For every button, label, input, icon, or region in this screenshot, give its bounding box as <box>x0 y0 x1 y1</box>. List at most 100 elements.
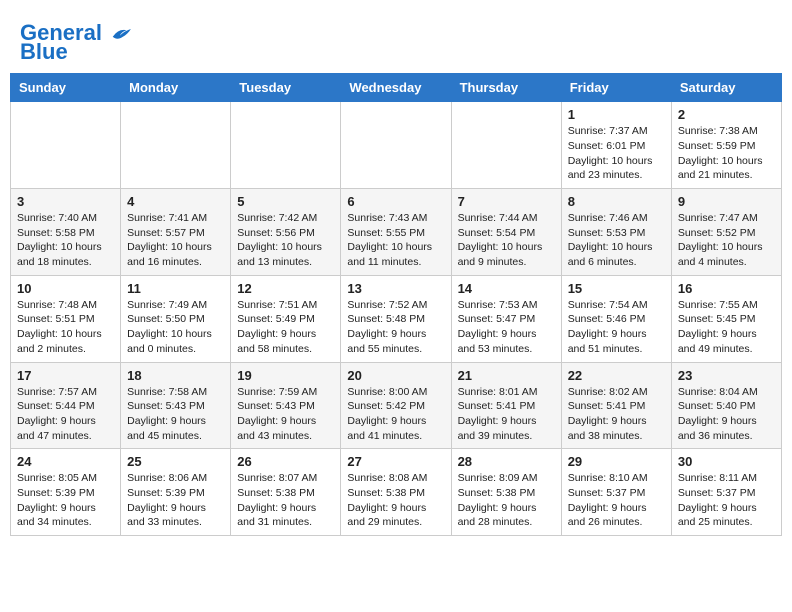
calendar-day-2: 2 Sunrise: 7:38 AM Sunset: 5:59 PM Daylig… <box>671 102 781 189</box>
weekday-header-wednesday: Wednesday <box>341 74 451 102</box>
calendar-day-6: 6Sunrise: 7:43 AM Sunset: 5:55 PM Daylig… <box>341 189 451 276</box>
day-info: Sunrise: 7:41 AM Sunset: 5:57 PM Dayligh… <box>127 211 224 270</box>
day-info: Sunrise: 7:38 AM Sunset: 5:59 PM Dayligh… <box>678 124 775 183</box>
calendar-day-16: 16 Sunrise: 7:55 AM Sunset: 5:45 PM Dayli… <box>671 275 781 362</box>
weekday-header-saturday: Saturday <box>671 74 781 102</box>
weekday-header-thursday: Thursday <box>451 74 561 102</box>
calendar-day-7: 7Sunrise: 7:44 AM Sunset: 5:54 PM Daylig… <box>451 189 561 276</box>
day-info: Sunrise: 8:09 AM Sunset: 5:38 PM Dayligh… <box>458 471 555 530</box>
day-number: 12 <box>237 281 334 296</box>
calendar-week-row: 10Sunrise: 7:48 AM Sunset: 5:51 PM Dayli… <box>11 275 782 362</box>
day-number: 7 <box>458 194 555 209</box>
day-info: Sunrise: 7:49 AM Sunset: 5:50 PM Dayligh… <box>127 298 224 357</box>
calendar-day-18: 18 Sunrise: 7:58 AM Sunset: 5:43 PM Dayli… <box>121 362 231 449</box>
empty-day <box>11 102 121 189</box>
calendar-day-28: 28 Sunrise: 8:09 AM Sunset: 5:38 PM Dayli… <box>451 449 561 536</box>
calendar-table: SundayMondayTuesdayWednesdayThursdayFrid… <box>10 73 782 536</box>
calendar-day-27: 27 Sunrise: 8:08 AM Sunset: 5:38 PM Dayli… <box>341 449 451 536</box>
day-number: 22 <box>568 368 665 383</box>
calendar-day-20: 20 Sunrise: 8:00 AM Sunset: 5:42 PM Dayli… <box>341 362 451 449</box>
calendar-day-5: 5Sunrise: 7:42 AM Sunset: 5:56 PM Daylig… <box>231 189 341 276</box>
empty-day <box>451 102 561 189</box>
day-info: Sunrise: 7:47 AM Sunset: 5:52 PM Dayligh… <box>678 211 775 270</box>
calendar-week-row: 3 Sunrise: 7:40 AM Sunset: 5:58 PM Daylig… <box>11 189 782 276</box>
day-info: Sunrise: 7:42 AM Sunset: 5:56 PM Dayligh… <box>237 211 334 270</box>
calendar-week-row: 24 Sunrise: 8:05 AM Sunset: 5:39 PM Dayli… <box>11 449 782 536</box>
page-header: General Blue <box>10 10 782 68</box>
day-number: 14 <box>458 281 555 296</box>
calendar-day-12: 12 Sunrise: 7:51 AM Sunset: 5:49 PM Dayli… <box>231 275 341 362</box>
day-info: Sunrise: 7:54 AM Sunset: 5:46 PM Dayligh… <box>568 298 665 357</box>
day-number: 20 <box>347 368 444 383</box>
calendar-day-1: 1 Sunrise: 7:37 AM Sunset: 6:01 PM Daylig… <box>561 102 671 189</box>
day-number: 13 <box>347 281 444 296</box>
day-number: 17 <box>17 368 114 383</box>
calendar-day-14: 14 Sunrise: 7:53 AM Sunset: 5:47 PM Dayli… <box>451 275 561 362</box>
calendar-day-8: 8 Sunrise: 7:46 AM Sunset: 5:53 PM Daylig… <box>561 189 671 276</box>
calendar-day-10: 10Sunrise: 7:48 AM Sunset: 5:51 PM Dayli… <box>11 275 121 362</box>
empty-day <box>231 102 341 189</box>
day-number: 1 <box>568 107 665 122</box>
day-number: 15 <box>568 281 665 296</box>
day-number: 25 <box>127 454 224 469</box>
day-info: Sunrise: 7:37 AM Sunset: 6:01 PM Dayligh… <box>568 124 665 183</box>
day-info: Sunrise: 8:04 AM Sunset: 5:40 PM Dayligh… <box>678 385 775 444</box>
day-info: Sunrise: 8:00 AM Sunset: 5:42 PM Dayligh… <box>347 385 444 444</box>
calendar-day-17: 17 Sunrise: 7:57 AM Sunset: 5:44 PM Dayli… <box>11 362 121 449</box>
calendar-day-24: 24 Sunrise: 8:05 AM Sunset: 5:39 PM Dayli… <box>11 449 121 536</box>
calendar-day-15: 15 Sunrise: 7:54 AM Sunset: 5:46 PM Dayli… <box>561 275 671 362</box>
day-number: 16 <box>678 281 775 296</box>
day-info: Sunrise: 7:57 AM Sunset: 5:44 PM Dayligh… <box>17 385 114 444</box>
day-info: Sunrise: 7:58 AM Sunset: 5:43 PM Dayligh… <box>127 385 224 444</box>
day-number: 3 <box>17 194 114 209</box>
day-info: Sunrise: 7:55 AM Sunset: 5:45 PM Dayligh… <box>678 298 775 357</box>
day-number: 2 <box>678 107 775 122</box>
day-number: 29 <box>568 454 665 469</box>
day-number: 10 <box>17 281 114 296</box>
day-info: Sunrise: 7:51 AM Sunset: 5:49 PM Dayligh… <box>237 298 334 357</box>
day-info: Sunrise: 8:05 AM Sunset: 5:39 PM Dayligh… <box>17 471 114 530</box>
calendar-day-25: 25 Sunrise: 8:06 AM Sunset: 5:39 PM Dayli… <box>121 449 231 536</box>
calendar-day-11: 11 Sunrise: 7:49 AM Sunset: 5:50 PM Dayli… <box>121 275 231 362</box>
calendar-week-row: 1 Sunrise: 7:37 AM Sunset: 6:01 PM Daylig… <box>11 102 782 189</box>
day-info: Sunrise: 7:53 AM Sunset: 5:47 PM Dayligh… <box>458 298 555 357</box>
calendar-day-22: 22 Sunrise: 8:02 AM Sunset: 5:41 PM Dayli… <box>561 362 671 449</box>
day-info: Sunrise: 7:46 AM Sunset: 5:53 PM Dayligh… <box>568 211 665 270</box>
day-info: Sunrise: 7:40 AM Sunset: 5:58 PM Dayligh… <box>17 211 114 270</box>
day-number: 4 <box>127 194 224 209</box>
weekday-header-tuesday: Tuesday <box>231 74 341 102</box>
day-number: 26 <box>237 454 334 469</box>
day-number: 9 <box>678 194 775 209</box>
calendar-day-13: 13Sunrise: 7:52 AM Sunset: 5:48 PM Dayli… <box>341 275 451 362</box>
day-number: 24 <box>17 454 114 469</box>
calendar-day-19: 19 Sunrise: 7:59 AM Sunset: 5:43 PM Dayli… <box>231 362 341 449</box>
logo-bird-icon <box>110 23 132 45</box>
calendar-day-3: 3 Sunrise: 7:40 AM Sunset: 5:58 PM Daylig… <box>11 189 121 276</box>
weekday-header-friday: Friday <box>561 74 671 102</box>
day-info: Sunrise: 8:01 AM Sunset: 5:41 PM Dayligh… <box>458 385 555 444</box>
day-info: Sunrise: 7:59 AM Sunset: 5:43 PM Dayligh… <box>237 385 334 444</box>
day-number: 27 <box>347 454 444 469</box>
day-number: 6 <box>347 194 444 209</box>
day-info: Sunrise: 8:08 AM Sunset: 5:38 PM Dayligh… <box>347 471 444 530</box>
day-info: Sunrise: 8:10 AM Sunset: 5:37 PM Dayligh… <box>568 471 665 530</box>
day-number: 19 <box>237 368 334 383</box>
logo: General Blue <box>20 20 132 63</box>
day-number: 11 <box>127 281 224 296</box>
calendar-day-29: 29 Sunrise: 8:10 AM Sunset: 5:37 PM Dayli… <box>561 449 671 536</box>
calendar-week-row: 17 Sunrise: 7:57 AM Sunset: 5:44 PM Dayli… <box>11 362 782 449</box>
calendar-day-21: 21Sunrise: 8:01 AM Sunset: 5:41 PM Dayli… <box>451 362 561 449</box>
day-number: 18 <box>127 368 224 383</box>
calendar-day-30: 30Sunrise: 8:11 AM Sunset: 5:37 PM Dayli… <box>671 449 781 536</box>
day-number: 28 <box>458 454 555 469</box>
empty-day <box>341 102 451 189</box>
day-number: 30 <box>678 454 775 469</box>
day-info: Sunrise: 8:07 AM Sunset: 5:38 PM Dayligh… <box>237 471 334 530</box>
day-info: Sunrise: 8:02 AM Sunset: 5:41 PM Dayligh… <box>568 385 665 444</box>
calendar-day-23: 23Sunrise: 8:04 AM Sunset: 5:40 PM Dayli… <box>671 362 781 449</box>
day-info: Sunrise: 8:06 AM Sunset: 5:39 PM Dayligh… <box>127 471 224 530</box>
calendar-day-9: 9 Sunrise: 7:47 AM Sunset: 5:52 PM Daylig… <box>671 189 781 276</box>
empty-day <box>121 102 231 189</box>
day-number: 8 <box>568 194 665 209</box>
calendar-day-4: 4 Sunrise: 7:41 AM Sunset: 5:57 PM Daylig… <box>121 189 231 276</box>
